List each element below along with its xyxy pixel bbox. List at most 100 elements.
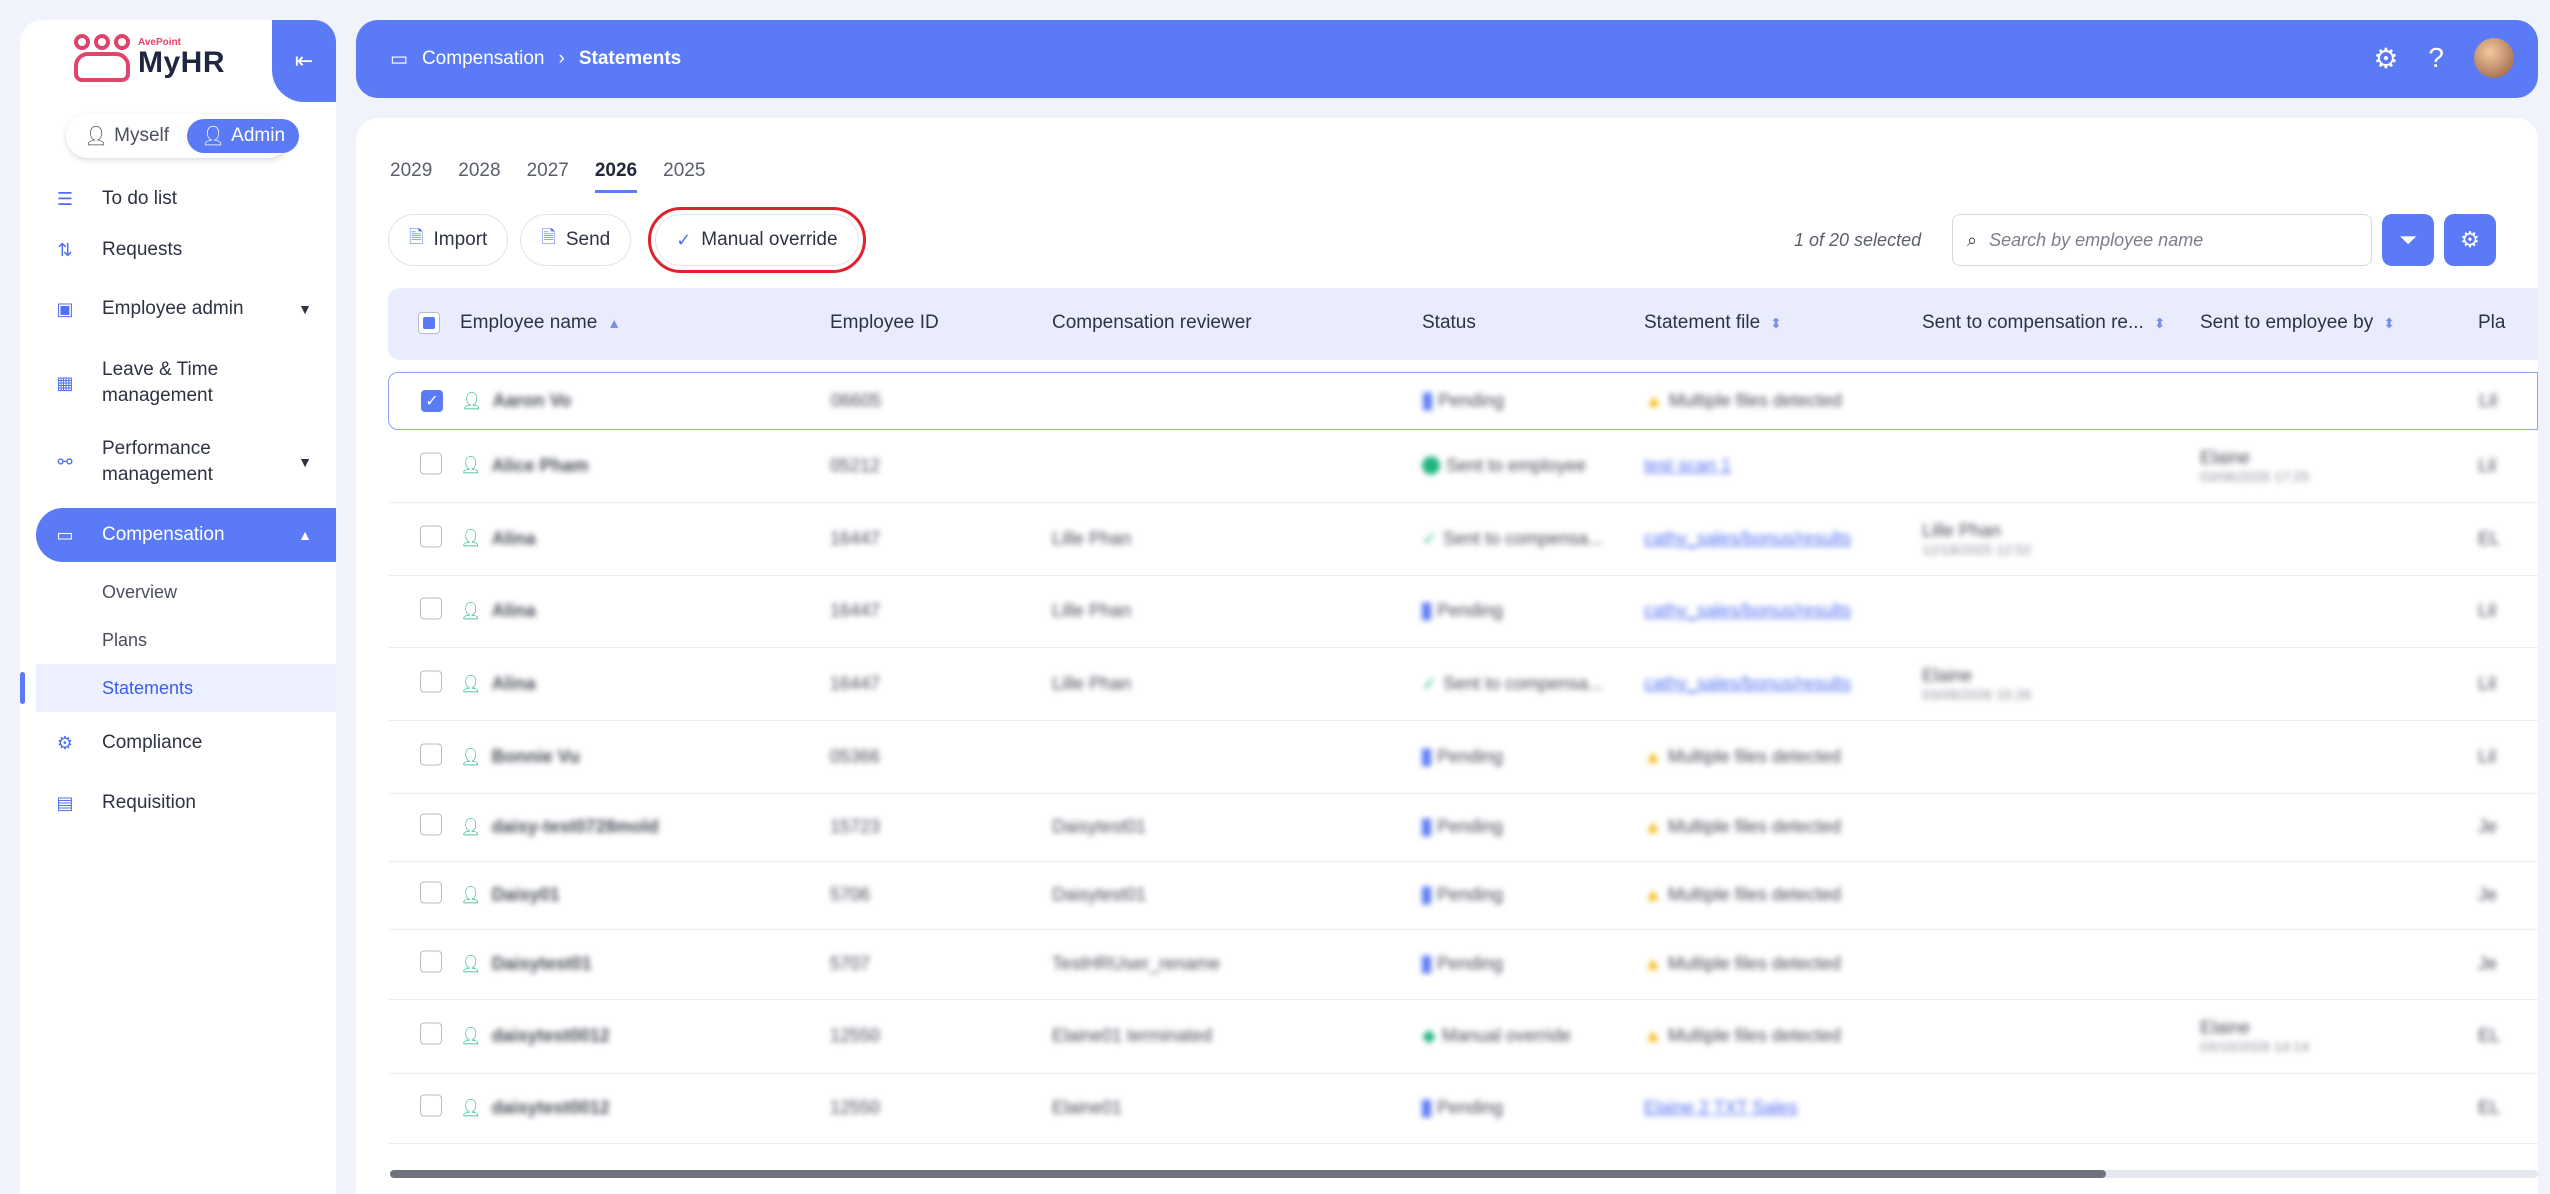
sub-item-overview[interactable]: Overview bbox=[20, 568, 336, 616]
table-row[interactable]: 👤︎ daisytest0012 12550 Elaine01 terminate… bbox=[388, 1000, 2538, 1074]
user-avatar[interactable] bbox=[2474, 38, 2514, 78]
col-sent-compensation[interactable]: Sent to compensation re... ⬍ bbox=[1922, 312, 2166, 334]
nav-label: Leave & Time management bbox=[102, 359, 219, 406]
sort-asc-icon: ▲ bbox=[607, 315, 622, 331]
breadcrumb-parent[interactable]: Compensation bbox=[422, 48, 545, 70]
search-icon: ⌕ bbox=[1967, 229, 1978, 250]
row-checkbox[interactable] bbox=[420, 950, 442, 978]
employee-name: Daisy01 bbox=[491, 884, 560, 905]
statement-file[interactable]: test scan 1 bbox=[1644, 455, 1731, 476]
nav-item-compliance[interactable]: ⚙ Compliance bbox=[20, 712, 336, 774]
nav-item-employee-admin[interactable]: ▣ Employee admin ▼ bbox=[20, 280, 336, 338]
statement-file[interactable]: cathy_sales/bonus/results bbox=[1644, 528, 1851, 549]
employee-id: 15723 bbox=[830, 816, 881, 837]
table-row[interactable]: 👤︎ Daisytest01 5707 TestHRUser_rename Pen… bbox=[388, 930, 2538, 1000]
table-row[interactable]: 👤︎ Alina 16447 Lille Phan ✓ Sent to compen… bbox=[388, 503, 2538, 576]
pending-status-icon bbox=[1422, 818, 1431, 837]
table-row[interactable]: 👤︎ Alina 16447 Lille Phan Pending cathy_s… bbox=[388, 576, 2538, 649]
warning-icon: ▲ bbox=[1644, 816, 1662, 837]
nav-item-leave-time[interactable]: ▦ Leave & Time management bbox=[20, 338, 336, 428]
row-checkbox[interactable] bbox=[420, 670, 442, 698]
plan: Je bbox=[2478, 884, 2498, 905]
row-checkbox[interactable] bbox=[420, 452, 442, 479]
nav-item-compensation[interactable]: ▭ Compensation ▲ bbox=[36, 508, 336, 562]
table-row[interactable]: 👤︎ Bonnie Vu 05366 Pending ▲ Multiple file… bbox=[388, 721, 2538, 794]
col-sent-employee[interactable]: Sent to employee by ⬍ bbox=[2200, 312, 2395, 334]
select-all-checkbox[interactable] bbox=[418, 312, 440, 334]
send-button[interactable]: 🗎︎ Send bbox=[520, 214, 632, 266]
manual-override-button[interactable]: ✓ Manual override bbox=[648, 207, 866, 273]
nav-label: Compensation bbox=[102, 524, 225, 545]
table-row[interactable]: 👤︎ Daisy01 5706 Daisytest01 Pending ▲ Mult… bbox=[388, 862, 2538, 930]
breadcrumb: ▭ Compensation › Statements bbox=[390, 48, 681, 71]
tab-year-2029[interactable]: 2029 bbox=[390, 160, 432, 193]
warning-icon: ▲ bbox=[1644, 1025, 1662, 1046]
row-checkbox[interactable] bbox=[420, 743, 442, 771]
sub-item-statements[interactable]: Statements bbox=[20, 664, 336, 712]
row-checkbox[interactable] bbox=[420, 1022, 442, 1050]
employee-id: 05366 bbox=[830, 746, 881, 767]
filter-button[interactable]: ⏷ bbox=[2382, 214, 2434, 266]
send-label: Send bbox=[565, 229, 611, 250]
employee-name: Daisytest01 bbox=[491, 953, 592, 974]
role-admin-button[interactable]: 👤︎ Admin bbox=[187, 119, 300, 153]
table-row[interactable]: ✓ 👤︎ Aaron Vo 06605 Pending ▲ Multiple fil… bbox=[388, 372, 2538, 430]
column-settings-button[interactable]: ⚙ bbox=[2444, 214, 2496, 266]
horizontal-scrollbar[interactable] bbox=[390, 1170, 2106, 1178]
nav-item-requests[interactable]: ⇅ Requests bbox=[20, 220, 336, 280]
person-icon: 👤︎ bbox=[461, 391, 483, 410]
row-checkbox[interactable]: ✓ bbox=[421, 390, 443, 412]
col-employee-name[interactable]: Employee name ▲ bbox=[460, 312, 621, 334]
wallet-icon: ▭ bbox=[390, 48, 408, 70]
nav-item-performance[interactable]: ⚯ Performance management ▼ bbox=[20, 428, 336, 496]
collapse-sidebar-button[interactable]: ⇤ bbox=[272, 20, 336, 102]
chevron-right-icon: › bbox=[558, 48, 565, 69]
pending-status-icon bbox=[1422, 748, 1431, 767]
person-icon: 👤︎ bbox=[460, 528, 482, 548]
employee-id: 16447 bbox=[830, 600, 881, 621]
table-row[interactable]: 👤︎ daisytest0012 12550 Elaine01 Pending E… bbox=[388, 1074, 2538, 1144]
nav-item-todo[interactable]: ☰ To do list bbox=[20, 178, 336, 220]
nav-label: Employee admin bbox=[102, 298, 244, 319]
tab-year-2028[interactable]: 2028 bbox=[458, 160, 500, 193]
row-checkbox[interactable] bbox=[420, 881, 442, 909]
role-myself-button[interactable]: 👤︎ Myself bbox=[70, 119, 183, 153]
help-icon[interactable]: ? bbox=[2428, 42, 2444, 74]
table-row[interactable]: 👤︎ Alina 16447 Lille Phan ✓ Sent to compen… bbox=[388, 648, 2538, 722]
tab-year-2026[interactable]: 2026 bbox=[594, 160, 638, 193]
plan: Lil bbox=[2478, 673, 2497, 694]
row-checkbox[interactable] bbox=[420, 597, 442, 625]
row-checkbox[interactable] bbox=[420, 525, 442, 552]
col-statement-file[interactable]: Statement file ⬍ bbox=[1644, 312, 1782, 334]
user-settings-icon[interactable]: ⚙ bbox=[2373, 42, 2398, 75]
tab-year-2027[interactable]: 2027 bbox=[527, 160, 569, 193]
col-label: Pla bbox=[2478, 312, 2506, 333]
employee-name: Alina bbox=[491, 600, 536, 621]
statement-file: ▲ Multiple files detected bbox=[1644, 953, 1841, 974]
table-row[interactable]: 👤︎ daisy-test0728mold 15723 Daisytest01 P… bbox=[388, 794, 2538, 862]
row-checkbox[interactable] bbox=[420, 1094, 442, 1122]
override-icon: ◆ bbox=[1422, 1025, 1436, 1046]
sort-icon: ⬍ bbox=[2153, 314, 2166, 331]
status-badge: ✓ Sent to compensa... bbox=[1422, 528, 1604, 549]
nav-label: Performance management bbox=[102, 438, 213, 485]
user-icon: 👤︎ bbox=[84, 126, 109, 147]
statement-file[interactable]: Elaine 2 TXT Sales bbox=[1644, 1098, 1797, 1119]
sub-item-plans[interactable]: Plans bbox=[20, 616, 336, 664]
pull-request-icon: ⇅ bbox=[57, 239, 73, 260]
nav-item-requisition[interactable]: ▤ Requisition bbox=[20, 774, 336, 832]
statement-file[interactable]: cathy_sales/bonus/results bbox=[1644, 674, 1851, 695]
tab-year-2025[interactable]: 2025 bbox=[663, 160, 705, 193]
wallet-icon: ▭ bbox=[56, 524, 74, 545]
employee-name: Aaron Vo bbox=[492, 390, 572, 411]
plan: EL bbox=[2478, 528, 2501, 549]
row-checkbox[interactable] bbox=[420, 813, 442, 841]
app-logo[interactable]: AvePoint MyHR bbox=[74, 34, 225, 82]
employee-id: 16447 bbox=[830, 528, 881, 549]
statement-file[interactable]: cathy_sales/bonus/results bbox=[1644, 601, 1851, 622]
import-button[interactable]: 🗎︎ Import bbox=[388, 214, 509, 266]
plan: Lil bbox=[2478, 600, 2497, 621]
plan: Lil bbox=[2478, 455, 2497, 476]
table-row[interactable]: 👤︎ Alice Pham 05212 Sent to employee test… bbox=[388, 430, 2538, 503]
search-input[interactable] bbox=[1989, 229, 2350, 251]
